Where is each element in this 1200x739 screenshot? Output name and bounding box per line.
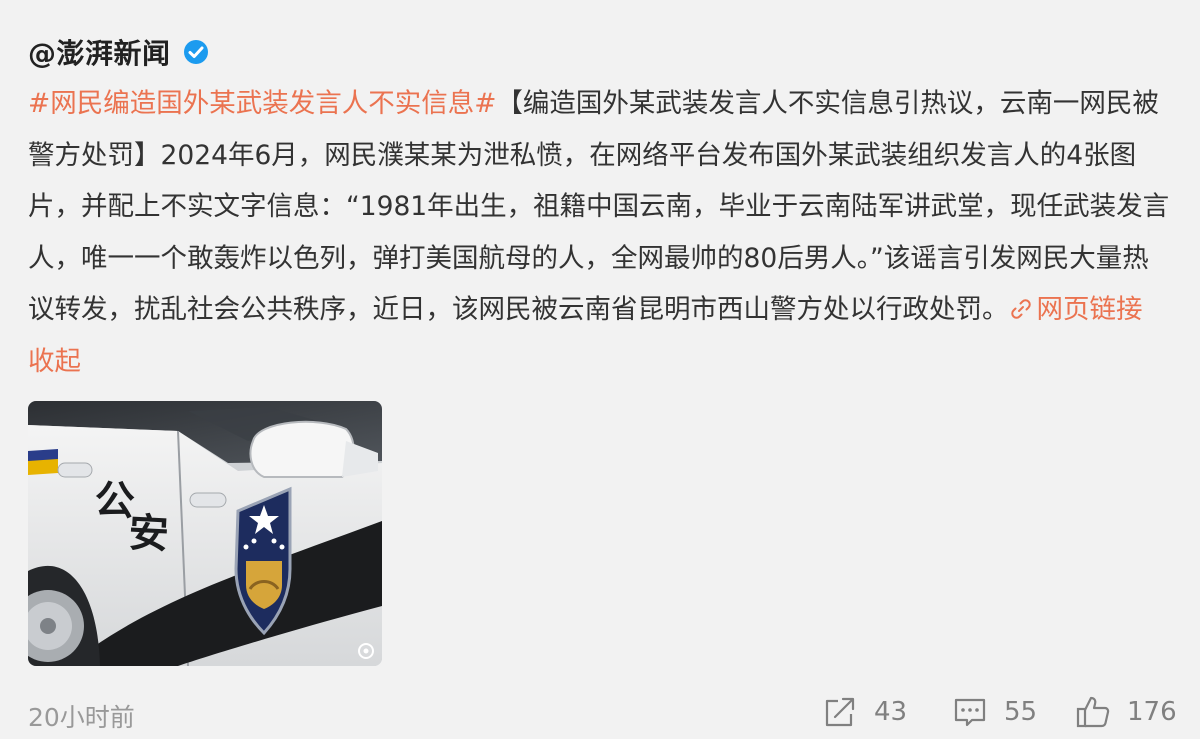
comment-count: 55 <box>1004 697 1038 727</box>
weibo-post: @澎湃新闻 #网民编造国外某武装发言人不实信息#【编造国外某武装发言人不实信息引… <box>0 0 1200 739</box>
comment-button[interactable]: 55 <box>952 694 1037 730</box>
repost-count: 43 <box>874 697 908 727</box>
collapse-button[interactable]: 收起 <box>28 346 81 377</box>
post-header: @澎湃新闻 <box>28 30 209 74</box>
web-link-label: 网页链接 <box>1036 294 1143 325</box>
topic-link[interactable]: #网民编造国外某武装发言人不实信息# <box>28 88 496 119</box>
post-time[interactable]: 20小时前 <box>28 698 135 734</box>
verified-badge-icon <box>183 40 208 64</box>
svg-text:安: 安 <box>127 510 169 558</box>
repost-icon <box>825 697 855 727</box>
repost-button[interactable]: 43 <box>822 694 907 730</box>
post-image[interactable]: 公 安 <box>28 401 382 666</box>
post-footer: 20小时前 43 55 176 <box>0 688 1200 736</box>
like-button[interactable]: 176 <box>1075 694 1177 730</box>
post-body: 【编造国外某武装发言人不实信息引热议，云南一网民被警方处罚】2024年6月，网民… <box>28 88 1170 325</box>
link-icon <box>1010 299 1031 319</box>
author-name[interactable]: @澎湃新闻 <box>28 32 171 72</box>
comment-icon <box>954 698 986 727</box>
like-count: 176 <box>1127 697 1177 727</box>
police-car-photo: 公 安 <box>28 401 382 666</box>
post-text: #网民编造国外某武装发言人不实信息#【编造国外某武装发言人不实信息引热议，云南一… <box>28 78 1173 387</box>
web-link[interactable]: 网页链接 <box>1009 294 1143 325</box>
thumbs-up-icon <box>1076 696 1110 728</box>
